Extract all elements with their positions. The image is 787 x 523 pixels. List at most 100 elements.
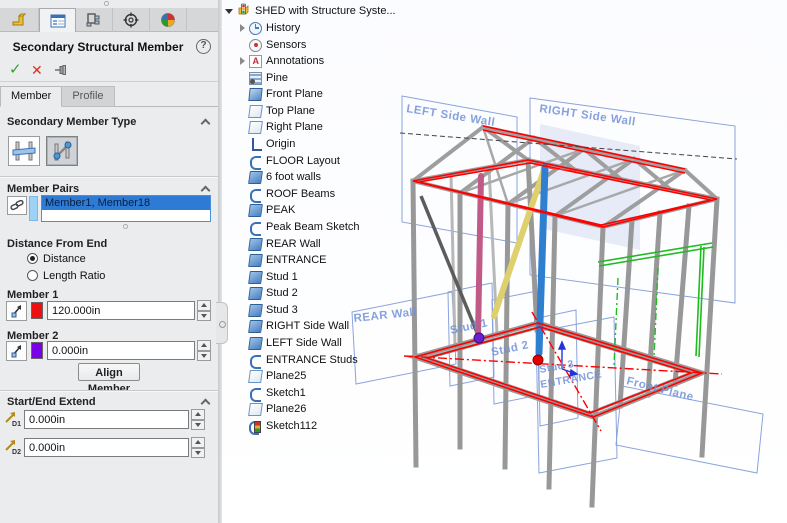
member1-stud[interactable]	[478, 176, 481, 337]
help-icon[interactable]: ?	[196, 39, 211, 54]
spin-up-icon[interactable]	[197, 300, 211, 311]
member2-spinner[interactable]	[197, 340, 211, 361]
tree-item-top-plane[interactable]: Top Plane	[236, 103, 315, 119]
panel-divider[interactable]	[218, 0, 222, 523]
chevron-right-icon[interactable]	[236, 57, 249, 65]
list-resize-handle[interactable]	[123, 224, 128, 229]
link-pairs-button[interactable]	[7, 196, 27, 215]
panel-collapse-handle[interactable]	[216, 302, 228, 344]
stud2-label[interactable]: Stud 2	[490, 339, 530, 359]
tree-item-stud-1[interactable]: Stud 1	[236, 269, 298, 285]
chain-link-icon	[10, 199, 24, 212]
tree-item-floor-layout[interactable]: FLOOR Layout	[236, 153, 340, 169]
tree-item-plane25[interactable]: Plane25	[236, 368, 306, 384]
pin-icon[interactable]	[54, 63, 68, 83]
history-icon	[249, 22, 262, 35]
member1-color-swatch	[31, 302, 43, 319]
tab-profile[interactable]: Profile	[62, 86, 114, 107]
sketch-error-icon	[249, 420, 262, 433]
tree-item-annotations[interactable]: Annotations	[236, 53, 324, 69]
right-side-wall-label[interactable]: RIGHT Side Wall	[539, 103, 637, 128]
member1-distance-input[interactable]	[47, 301, 195, 320]
tree-item-right-plane[interactable]: Right Plane	[236, 119, 323, 135]
spin-up-icon[interactable]	[191, 437, 205, 448]
up-to-members-type-button[interactable]	[46, 136, 78, 166]
chevron-down-icon[interactable]	[222, 9, 235, 14]
d1-spinner[interactable]	[191, 409, 205, 430]
tree-item-sketch112[interactable]: Sketch112	[236, 418, 317, 434]
tree-item-origin[interactable]: Origin	[236, 136, 295, 152]
spin-down-icon[interactable]	[191, 448, 205, 459]
align-member-button[interactable]: Align Member	[78, 363, 140, 381]
group-header-secondary-member-type[interactable]: Secondary Member Type	[7, 116, 136, 128]
sensors-icon	[249, 39, 262, 52]
select-arrow-icon	[10, 304, 24, 318]
d2-spinner[interactable]	[191, 437, 205, 458]
tree-item-pine[interactable]: Pine	[236, 70, 288, 86]
collapse-chevron-icon[interactable]	[201, 119, 211, 129]
group-header-member-pairs[interactable]: Member Pairs	[7, 183, 79, 195]
ok-button[interactable]: ✓	[9, 60, 22, 80]
tree-root-item[interactable]: SHED with Structure Syste...	[222, 3, 396, 19]
length-ratio-radio[interactable]	[27, 270, 38, 281]
d1-extend-input[interactable]	[24, 410, 189, 429]
tab-feature-manager[interactable]	[2, 8, 39, 32]
spin-down-icon[interactable]	[197, 351, 211, 362]
tree-item-front-plane[interactable]: Front Plane	[236, 86, 323, 102]
tree-item-stud-3[interactable]: Stud 3	[236, 302, 298, 318]
spin-down-icon[interactable]	[191, 420, 205, 431]
d2-extend-input[interactable]	[24, 438, 189, 457]
tab-display-manager[interactable]	[150, 8, 187, 32]
ref-plane-icon	[248, 304, 263, 317]
tree-item-sensors[interactable]: Sensors	[236, 37, 306, 53]
app-window: LEFT Side Wall RIGHT Side Wall REAR Wall…	[0, 0, 787, 523]
chevron-right-icon[interactable]	[236, 24, 249, 32]
tree-item-history[interactable]: History	[236, 20, 300, 36]
tree-item-6-foot-walls[interactable]: 6 foot walls	[236, 169, 321, 185]
group-header-start-end-extend[interactable]: Start/End Extend	[7, 396, 96, 408]
tree-item-plane26[interactable]: Plane26	[236, 401, 306, 417]
member-pairs-list[interactable]: Member1, Member18	[41, 195, 211, 222]
tab-member[interactable]: Member	[0, 86, 62, 107]
member-pair-item-selected[interactable]: Member1, Member18	[42, 196, 210, 210]
member1-spinner[interactable]	[197, 300, 211, 321]
up-to-members-icon	[50, 140, 74, 162]
cancel-button[interactable]: ✕	[31, 60, 43, 80]
spin-up-icon[interactable]	[197, 340, 211, 351]
sketch-icon	[249, 354, 262, 367]
display-manager-icon	[159, 12, 177, 28]
collapse-chevron-icon[interactable]	[201, 399, 211, 409]
distance-radio[interactable]	[27, 253, 38, 264]
tree-item-peak-beam-sketch[interactable]: Peak Beam Sketch	[236, 219, 360, 235]
spin-down-icon[interactable]	[197, 311, 211, 322]
tree-item-right-side-wall[interactable]: RIGHT Side Wall	[236, 318, 349, 334]
tree-item-roof-beams[interactable]: ROOF Beams	[236, 186, 335, 202]
member1-select-button[interactable]	[6, 301, 27, 321]
tab-configuration-manager[interactable]	[76, 8, 113, 32]
tree-item-stud-2[interactable]: Stud 2	[236, 285, 298, 301]
collapse-chevron-icon[interactable]	[201, 186, 211, 196]
distance-radio-label[interactable]: Distance	[43, 253, 86, 265]
member1-label: Member 1	[7, 289, 58, 301]
tree-item-left-side-wall[interactable]: LEFT Side Wall	[236, 335, 342, 351]
tree-item-entrance[interactable]: ENTRANCE	[236, 252, 327, 268]
member2-select-button[interactable]	[6, 341, 27, 361]
between-members-icon	[12, 140, 36, 162]
member2-distance-input[interactable]	[47, 341, 195, 360]
plane-icon	[248, 105, 263, 118]
tree-item-entrance-studs[interactable]: ENTRANCE Studs	[236, 352, 358, 368]
sketch-icon	[249, 387, 262, 400]
left-wall-brace[interactable]	[421, 196, 478, 335]
spin-up-icon[interactable]	[191, 409, 205, 420]
between-members-type-button[interactable]	[8, 136, 40, 166]
tree-item-rear-wall[interactable]: REAR Wall	[236, 236, 321, 252]
left-side-wall-label[interactable]: LEFT Side Wall	[406, 103, 496, 129]
tab-property-manager[interactable]	[39, 8, 76, 32]
purple-endpoint[interactable]	[474, 333, 484, 343]
sketch-icon	[249, 188, 262, 201]
length-ratio-radio-label[interactable]: Length Ratio	[43, 270, 105, 282]
tree-item-peak[interactable]: PEAK	[236, 202, 295, 218]
panel-splitter-handle[interactable]	[104, 1, 109, 6]
tree-item-sketch1[interactable]: Sketch1	[236, 385, 306, 401]
tab-dimxpert-manager[interactable]	[113, 8, 150, 32]
